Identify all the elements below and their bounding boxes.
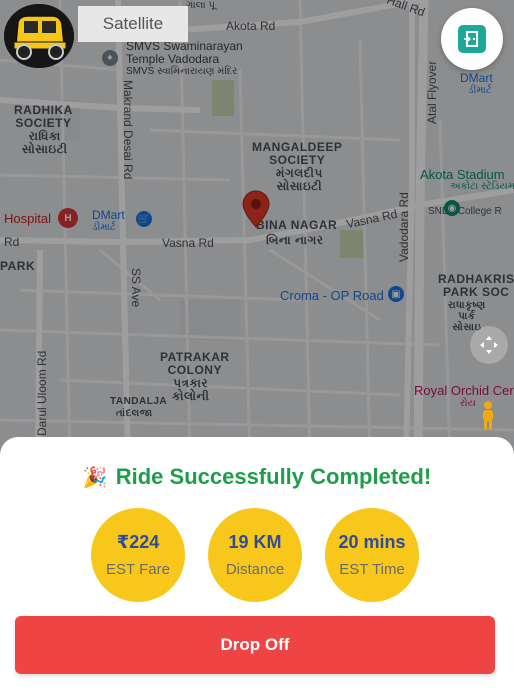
poi-label-top-guj: ગાલા પૂ xyxy=(186,0,216,11)
map-view[interactable]: RADHIKA SOCIETY રાધિકા સોસાઇટી MANGALDEE… xyxy=(0,0,514,460)
fare-label: EST Fare xyxy=(106,561,170,578)
poi-label-akota-stadium-guj: અકોટા સ્ટેડિયમ xyxy=(450,181,514,192)
exit-button[interactable] xyxy=(441,8,503,70)
poi-label-royal-orchid-guj: રોય xyxy=(460,398,476,409)
poi-label-dmart-right-guj: ડીમાર્ટ xyxy=(468,85,492,96)
poi-label-dmart-left: DMart xyxy=(92,208,125,222)
poi-label-dmart-right: DMart xyxy=(460,71,493,85)
fare-value: ₹224 xyxy=(116,532,160,552)
drop-off-button[interactable]: Drop Off xyxy=(15,616,495,674)
title-text: Ride Successfully Completed! xyxy=(115,464,432,489)
exit-door-icon xyxy=(464,31,478,47)
recenter-button[interactable] xyxy=(470,326,508,364)
poi-label-royal-orchid: Royal Orchid Cer xyxy=(414,383,514,398)
place-of-worship-icon[interactable]: ✦ xyxy=(102,50,118,66)
area-label-radhakrishna: RADHAKRIS PARK SOC xyxy=(438,272,514,300)
fare-stat: ₹224 EST Fare xyxy=(91,508,185,602)
poi-label-hospital: Hospital xyxy=(4,211,51,226)
road-label-makrand: Makrand Desai Rd xyxy=(121,80,135,180)
road-label-akota: Akota Rd xyxy=(226,19,276,33)
poi-label-swaminarayan: SMVS Swaminarayan Temple Vadodara xyxy=(126,39,243,67)
road-label-rd-left: Rd xyxy=(4,235,20,249)
recenter-icon xyxy=(480,336,498,354)
road-label-sndt: SNDT College R xyxy=(428,206,502,217)
time-stat: 20 mins EST Time xyxy=(325,508,419,602)
shopping-cart-icon[interactable]: 🛒 xyxy=(136,211,152,227)
stadium-icon[interactable]: ◉ xyxy=(444,200,460,216)
road-label-ss-ave: SS Ave xyxy=(129,268,143,308)
area-label-patrakar-guj: પત્રકાર કોલોની xyxy=(172,376,210,404)
party-popper-icon: 🎉 xyxy=(82,467,108,489)
auto-rickshaw-logo-icon xyxy=(4,4,74,68)
area-label-bina-nagar-guj: બિના નાગર xyxy=(266,233,324,247)
distance-stat: 19 KM Distance xyxy=(208,508,302,602)
ride-completed-title: 🎉 Ride Successfully Completed! xyxy=(0,464,514,490)
area-label-tandalja: TANDALJA xyxy=(110,396,168,407)
poi-label-dmart-left-guj: ડીમાર્ટ xyxy=(92,222,116,233)
area-label-mangaldeep-guj: મંગલદીપ સોસાઇટી xyxy=(276,166,323,194)
poi-label-croma: Croma - OP Road xyxy=(280,288,384,303)
area-label-patrakar: PATRAKAR COLONY xyxy=(160,350,230,378)
area-label-park: PARK xyxy=(0,259,36,273)
road-label-darul-uloom: Darul Uloom Rd xyxy=(35,350,49,436)
time-label: EST Time xyxy=(339,561,405,578)
area-label-radhika-guj: રાધિકા સોસાઇટી xyxy=(22,129,68,157)
app-logo xyxy=(4,4,74,68)
road-label-atal-flyover: Atal Flyover xyxy=(425,60,439,124)
poi-label-swaminarayan-guj: SMVS સ્વામિનારાયણ મંદિર xyxy=(126,66,238,77)
hospital-icon[interactable]: H xyxy=(58,208,78,228)
pegman-icon[interactable] xyxy=(478,400,498,430)
area-label-radhika: RADHIKA SOCIETY xyxy=(14,103,73,131)
road-label-vasna-left: Vasna Rd xyxy=(162,236,214,250)
time-value: 20 mins xyxy=(338,532,406,552)
location-pin-icon[interactable] xyxy=(242,190,270,228)
road-label-vadodara: Vadodara Rd xyxy=(397,192,411,262)
distance-label: Distance xyxy=(225,561,285,578)
distance-value: 19 KM xyxy=(228,532,282,552)
satellite-toggle[interactable]: Satellite xyxy=(78,6,188,42)
area-label-mangaldeep: MANGALDEEP SOCIETY xyxy=(252,140,343,168)
area-label-tandalja-guj: તાંદલજા xyxy=(116,408,153,419)
shopping-bag-icon[interactable]: ▣ xyxy=(388,286,404,302)
